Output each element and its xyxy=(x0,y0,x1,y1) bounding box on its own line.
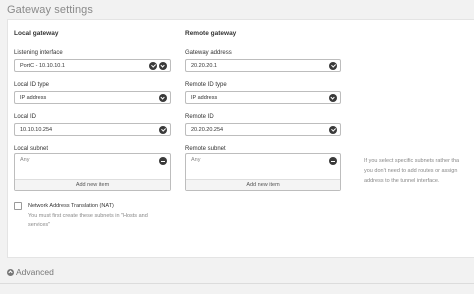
gateway-address-value: 20.20.20.1 xyxy=(191,63,217,69)
subnet-help-line: you don't need to add routes or assign xyxy=(364,168,458,174)
remote-subnet-add-button[interactable]: Add new item xyxy=(186,179,340,190)
local-subnet-list[interactable]: Any Add new item xyxy=(14,153,171,191)
listening-interface-label: Listening interface xyxy=(14,50,63,56)
subnet-help-text: If you select specific subnets rather th… xyxy=(364,156,474,186)
remove-item-icon[interactable] xyxy=(159,157,167,165)
gateway-address-input[interactable]: 20.20.20.1 xyxy=(185,59,341,72)
remote-id-type-value: IP address xyxy=(191,95,218,101)
valid-check-icon xyxy=(329,126,337,134)
listening-interface-select[interactable]: PortC - 10.10.10.1 xyxy=(14,59,171,72)
local-id-input[interactable]: 10.10.10.254 xyxy=(14,123,171,136)
local-id-type-select[interactable]: IP address xyxy=(14,91,171,104)
local-subnet-item: Any xyxy=(20,157,30,163)
gateway-address-label: Gateway address xyxy=(185,50,232,56)
section-title: Gateway settings xyxy=(7,4,93,16)
valid-check-icon xyxy=(329,62,337,70)
listening-interface-value: PortC - 10.10.10.1 xyxy=(20,63,65,69)
local-id-label: Local ID xyxy=(14,114,37,120)
remote-id-type-select[interactable]: IP address xyxy=(185,91,341,104)
valid-check-icon xyxy=(159,126,167,134)
subnet-help-line: address to the tunnel interface. xyxy=(364,178,440,184)
local-subnet-label: Local subnet xyxy=(14,146,49,152)
chevron-down-icon[interactable] xyxy=(329,94,337,102)
subnet-help-line: If you select specific subnets rather th… xyxy=(364,158,460,164)
local-id-type-label: Local ID type xyxy=(14,82,50,88)
local-subnet-add-button[interactable]: Add new item xyxy=(15,179,170,190)
valid-check-icon xyxy=(149,62,157,70)
nat-label[interactable]: Network Address Translation (NAT) xyxy=(28,203,114,209)
chevron-up-icon xyxy=(7,268,14,276)
chevron-down-icon[interactable] xyxy=(159,62,167,70)
local-gateway-title: Local gateway xyxy=(14,30,59,37)
local-id-value: 10.10.10.254 xyxy=(20,127,53,133)
remote-id-input[interactable]: 20.20.20.254 xyxy=(185,123,341,136)
remote-id-type-label: Remote ID type xyxy=(185,82,227,88)
nat-checkbox[interactable] xyxy=(14,202,22,210)
divider xyxy=(0,283,474,284)
local-id-type-value: IP address xyxy=(20,95,47,101)
nat-help-text: You must first create these subnets in "… xyxy=(28,213,148,228)
remote-id-label: Remote ID xyxy=(185,114,214,120)
remote-id-value: 20.20.20.254 xyxy=(191,127,224,133)
remote-subnet-label: Remote subnet xyxy=(185,146,226,152)
advanced-label: Advanced xyxy=(16,267,54,277)
remote-subnet-list[interactable]: Any Add new item xyxy=(185,153,341,191)
remove-item-icon[interactable] xyxy=(329,157,337,165)
remote-subnet-item: Any xyxy=(191,157,201,163)
advanced-toggle[interactable]: Advanced xyxy=(7,266,54,278)
remote-gateway-title: Remote gateway xyxy=(185,30,237,37)
chevron-down-icon[interactable] xyxy=(159,94,167,102)
